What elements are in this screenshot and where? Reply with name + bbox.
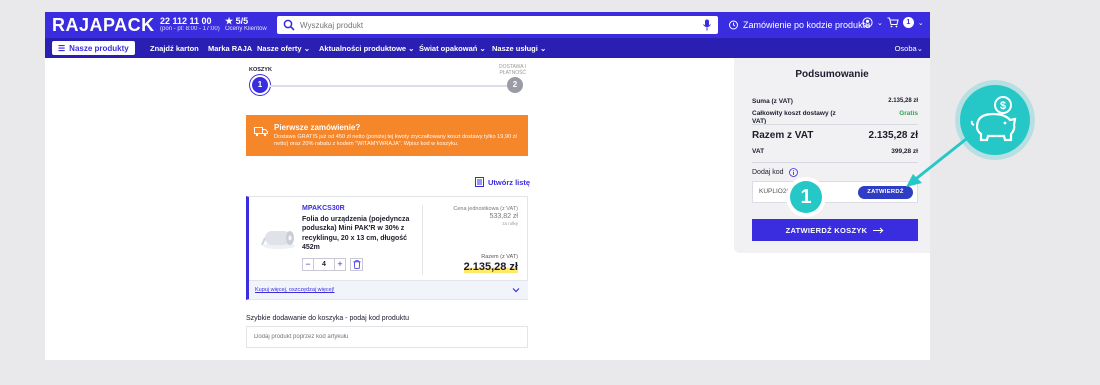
person-label: Osoba <box>894 44 917 53</box>
summary-total-row: Razem z VAT 2.135,28 zł <box>752 130 918 141</box>
summary-divider <box>752 124 918 125</box>
summary-delivery-value: Gratis <box>899 110 918 117</box>
nav-item-offers-label: Nasze oferty <box>257 44 302 53</box>
rating-subtitle: Oceny Klientów <box>225 26 267 32</box>
summary-vat-label: VAT <box>752 148 765 155</box>
account-area: ⌄ 1 ⌄ <box>862 17 924 28</box>
summary-total-label: Razem z VAT <box>752 130 814 141</box>
step-delivery-label-b: PŁATNOŚĆ <box>499 70 527 76</box>
line-total-label: Razem (z VAT) <box>481 254 518 260</box>
nav-item-offers[interactable]: Nasze oferty ⌄ <box>257 44 310 53</box>
nav-item-packaging-world[interactable]: Świat opakowań ⌄ <box>419 44 486 53</box>
confirm-cart-label: ZATWIERDŹ KOSZYK <box>785 225 868 235</box>
top-bar: RAJAPACK 22 112 11 00 (pon - pt: 8:00 - … <box>45 12 930 38</box>
arrow-right-icon <box>873 227 884 233</box>
step-delivery-label: DOSTAWA I PŁATNOŚĆ <box>499 64 526 76</box>
quantity-stepper: − 4 + <box>302 258 363 271</box>
order-by-code-label: Zamówienie po kodzie produktu <box>743 19 871 30</box>
order-by-code-link[interactable]: Zamówienie po kodzie produktu <box>728 19 870 30</box>
hamburger-icon: ☰ <box>58 43 66 53</box>
delivery-truck-icon <box>254 127 268 137</box>
step-cart-label: KOSZYK <box>249 67 272 73</box>
product-image[interactable] <box>261 225 297 251</box>
discount-code-box: ZATWIERDŹ <box>752 181 918 203</box>
card-footer[interactable]: Kupuj więcej, oszczędzaj więcej! <box>249 280 528 299</box>
info-icon[interactable] <box>788 168 798 177</box>
confirm-cart-button[interactable]: ZATWIERDŹ KOSZYK <box>752 219 918 241</box>
nav-item-product-news[interactable]: Aktualności produktowe ⌄ <box>319 44 414 53</box>
nav-item-raja-brand[interactable]: Marka RAJA <box>208 44 252 53</box>
remove-item-button[interactable] <box>350 258 363 271</box>
summary-divider <box>752 162 918 163</box>
chevron-down-icon[interactable] <box>512 286 520 294</box>
search-icon[interactable] <box>283 19 295 31</box>
unit-price-label: Cena jednostkowa (z VAT) <box>453 206 518 212</box>
search-input[interactable] <box>300 20 702 30</box>
svg-text:$: $ <box>1000 100 1006 112</box>
cart-count-badge: 1 <box>902 17 914 28</box>
list-icon <box>475 177 484 187</box>
chevron-down-icon: ⌄ <box>917 19 924 27</box>
cart-product-card: MPAKCS30R Folia do urządzenia (pojedyncz… <box>246 196 528 300</box>
first-order-promo: Pierwsze zamówienie? Dostawa GRATIS już … <box>246 115 528 156</box>
summary-sum-label: Suma (z VAT) <box>752 98 793 105</box>
main-nav: ☰ Nasze produkty Znajdź karton Marka RAJ… <box>45 38 930 58</box>
create-list-label: Utwórz listę <box>488 177 531 187</box>
rating-value: 5/5 <box>235 16 249 26</box>
star-icon: ★ <box>225 16 234 26</box>
nav-item-services[interactable]: Nasze usługi ⌄ <box>492 44 546 53</box>
person-selector[interactable]: Osoba⌄ <box>895 44 923 53</box>
annotation-step-badge: 1 <box>790 181 822 213</box>
step-cart-indicator: 1 <box>252 77 268 93</box>
nav-item-services-label: Nasze usługi <box>492 44 538 53</box>
nav-item-product-news-label: Aktualności produktowe <box>319 44 407 53</box>
trash-icon <box>353 260 360 269</box>
card-divider <box>422 205 423 275</box>
microphone-icon[interactable] <box>702 19 712 31</box>
pointer-arrow <box>906 134 971 187</box>
promo-title: Pierwsze zamówienie? <box>274 123 361 132</box>
summary-vat-row: VAT 399,28 zł <box>752 148 918 155</box>
unit-price: 533,82 zł <box>489 213 518 220</box>
promo-text: Dostawa GRATIS już od 450 zł netto (poni… <box>274 134 517 147</box>
create-list-link[interactable]: Utwórz listę <box>475 177 530 187</box>
nav-item-packaging-world-label: Świat opakowań <box>419 44 478 53</box>
quick-add-label: Szybkie dodawanie do koszyka - podaj kod… <box>246 315 410 322</box>
cart-icon[interactable] <box>887 17 899 28</box>
summary-title: Podsumowanie <box>795 69 869 80</box>
line-total-price: 2.135,28 zł <box>463 261 518 273</box>
summary-sum-value: 2.135,28 zł <box>888 98 918 104</box>
our-products-label: Nasze produkty <box>69 43 129 53</box>
buy-more-link[interactable]: Kupuj więcej, oszczędzaj więcej! <box>255 287 334 293</box>
alarm-clock-icon <box>729 20 738 30</box>
stepper-line <box>270 85 507 87</box>
summary-sum-row: Suma (z VAT) 2.135,28 zł <box>752 98 918 105</box>
user-icon[interactable] <box>862 17 873 28</box>
chevron-down-icon: ⌄ <box>877 19 883 27</box>
summary-delivery-label-a: Całkowity koszt dostawy (z <box>752 110 836 117</box>
decrease-quantity-button[interactable]: − <box>302 258 314 271</box>
unit-price-per: za rolkę <box>502 221 518 226</box>
nav-item-find-box[interactable]: Znajdź karton <box>150 44 199 53</box>
discount-code-label: Dodaj kod <box>752 169 784 176</box>
increase-quantity-button[interactable]: + <box>334 258 346 271</box>
opening-hours: (pon - pt: 8:00 - 17:00) <box>160 26 220 32</box>
product-name[interactable]: Folia do urządzenia (pojedyncza poduszka… <box>302 215 414 252</box>
quick-add-input[interactable] <box>246 326 528 348</box>
discount-code-label-row: Dodaj kod <box>752 168 798 177</box>
logo[interactable]: RAJAPACK <box>52 15 155 36</box>
step-delivery-indicator: 2 <box>507 77 523 93</box>
product-sku[interactable]: MPAKCS30R <box>302 205 345 212</box>
phone-number[interactable]: 22 112 11 00 <box>160 16 212 26</box>
search-bar <box>277 16 718 34</box>
our-products-button[interactable]: ☰ Nasze produkty <box>52 41 135 55</box>
quantity-input[interactable]: 4 <box>314 258 334 271</box>
